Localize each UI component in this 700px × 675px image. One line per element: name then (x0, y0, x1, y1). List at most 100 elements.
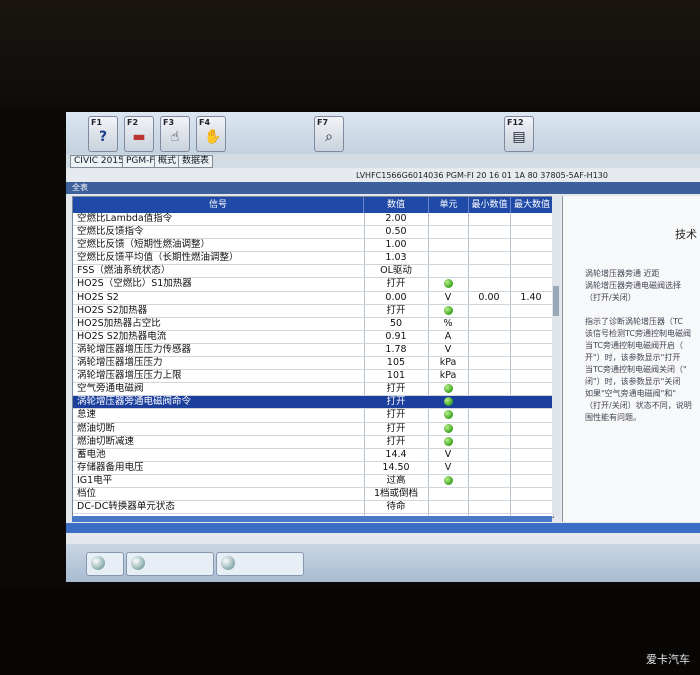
vertical-scrollbar[interactable] (552, 196, 560, 516)
status-indicator-icon (429, 278, 467, 290)
signal-value: 14.4 (385, 448, 407, 460)
watermark: 爱卡汽车 (646, 653, 690, 666)
signal-name: DC-DC转换器单元状态 (77, 501, 175, 513)
signal-name: 怠速 (77, 409, 97, 421)
table-row[interactable]: 燃油切断减速 打开 (73, 436, 553, 449)
green-dot-icon (443, 384, 453, 394)
signal-min (469, 265, 509, 277)
signal-value: 2.00 (385, 213, 407, 224)
f1-help-button[interactable]: F1 ? (88, 116, 118, 152)
table-row[interactable]: 存储器备用电压 14.50 V (73, 462, 553, 475)
table-row[interactable]: HO2S S2 0.00 V 0.00 1.40 (73, 292, 553, 305)
f7-search-button[interactable]: F7 ⌕ (314, 116, 344, 152)
signal-name: 燃油切断 (77, 422, 116, 434)
horizontal-scrollbar[interactable] (72, 516, 552, 522)
signal-min (469, 409, 509, 421)
signal-unit (429, 501, 467, 513)
table-row[interactable]: FSS（燃油系统状态） OL驱动 (73, 265, 553, 279)
f2-vehicle-button[interactable]: F2 ▬ (124, 116, 154, 152)
green-dot-icon (443, 436, 453, 446)
green-dot-icon (443, 305, 453, 315)
help-line: 涡轮增压器旁通 近距 (585, 269, 660, 278)
signal-value: 1.78 (385, 343, 407, 355)
signal-unit: V (444, 448, 452, 460)
signal-name: 存储器备用电压 (77, 461, 144, 473)
taskbar-app-2[interactable] (216, 552, 304, 576)
signal-max (511, 357, 551, 369)
signal-max (511, 462, 551, 474)
status-indicator-icon (429, 436, 467, 448)
help-line: 当TC旁通控制电磁阀关闭（" (585, 365, 687, 374)
signal-value: 0.00 (385, 291, 407, 303)
signal-min (469, 462, 509, 474)
data-list-table: 信号 数值 单元 最小数值 最大数值 空燃比Lambda值指令 2.00 空燃比反馈… (72, 196, 554, 518)
table-row[interactable]: 空燃比反馈（短期性燃油调整） 1.00 (73, 239, 553, 253)
table-row[interactable]: HO2S S2加热器电流 0.91 A (73, 331, 553, 344)
signal-max (511, 318, 551, 330)
signal-min (469, 370, 509, 382)
signal-min (469, 475, 509, 487)
table-row[interactable]: DC-DC转换器单元状态 待命 (73, 501, 553, 515)
table-row[interactable]: IG1电平 过高 (73, 475, 553, 488)
status-indicator-icon (429, 305, 467, 317)
table-row[interactable]: HO2S S2加热器 打开 (73, 305, 553, 318)
table-row[interactable]: HO2S加热器占空比 50% (73, 318, 553, 331)
help-line: 闭"）时，该参数显示"关闭 (585, 377, 681, 386)
signal-value: 过高 (386, 474, 406, 486)
start-button[interactable] (86, 552, 124, 576)
f4-tool-button[interactable]: F4 ✋ (196, 116, 226, 152)
header-max[interactable]: 最大数值 (511, 197, 553, 213)
signal-max (511, 475, 551, 487)
app-icon (221, 556, 235, 570)
signal-max (511, 226, 551, 238)
help-line: （打开/关闭）状态不同，说明 (585, 401, 692, 410)
start-icon (91, 556, 105, 570)
signal-name: 空燃比Lambda值指令 (77, 213, 173, 224)
status-indicator-icon (429, 396, 467, 408)
breadcrumb-datalist[interactable]: 数据表 (178, 155, 214, 168)
table-row[interactable]: 档位 1档或倒档 (73, 487, 553, 502)
table-row[interactable]: 空气旁通电磁阀 打开 (73, 383, 553, 397)
table-row[interactable]: 怠速 打开 (73, 409, 553, 423)
scroll-thumb[interactable] (553, 286, 559, 316)
table-row[interactable]: 涡轮增压器旁通电磁阀命令 打开 (73, 396, 553, 410)
signal-name: 档位 (77, 487, 97, 499)
signal-max (511, 383, 551, 395)
table-row[interactable]: HO2S（空燃比）S1加热器 打开 (73, 278, 553, 292)
f2-label: F2 (127, 118, 139, 127)
table-row[interactable]: 涡轮增压器增压压力 105 kPa (73, 357, 553, 371)
signal-name: HO2S S2加热器电流 (77, 330, 167, 342)
table-row[interactable]: 空燃比Lambda值指令 2.00 (73, 213, 553, 227)
table-row[interactable]: 燃油切断 打开 (73, 423, 553, 436)
signal-min (469, 449, 509, 461)
signal-min (469, 331, 509, 343)
table-row[interactable]: 空燃比反馈平均值（长期性燃油调整） 1.03 (73, 252, 553, 266)
table-body: 空燃比Lambda值指令 2.00 空燃比反馈指令 0.50 空燃比反馈（短期性燃油调整… (73, 213, 553, 515)
table-row[interactable]: 涡轮增压器增压压力上限 101 kPa (73, 370, 553, 384)
header-unit[interactable]: 单元 (429, 197, 469, 213)
signal-name: 涡轮增压器增压压力 (77, 357, 163, 369)
f12-print-button[interactable]: F12 ▤ (504, 116, 534, 152)
breadcrumb-overview[interactable]: 概式 (154, 155, 181, 168)
header-value[interactable]: 数值 (364, 197, 429, 213)
table-row[interactable]: 蓄电池 14.4 V (73, 449, 553, 462)
header-signal[interactable]: 信号 (73, 197, 364, 213)
signal-name: 蓄电池 (77, 448, 106, 460)
header-min[interactable]: 最小数值 (469, 197, 511, 213)
status-bar (66, 523, 700, 533)
table-row[interactable]: 空燃比反馈指令 0.50 (73, 226, 553, 240)
f3-select-button[interactable]: F3 ☝ (160, 116, 190, 152)
signal-unit (429, 265, 467, 277)
signal-max (511, 409, 551, 421)
signal-max (511, 370, 551, 382)
help-line: 开"）时，该参数显示"打开 (585, 353, 681, 362)
breadcrumb-model[interactable]: CIVIC 2015 (70, 155, 128, 168)
print-icon: ▤ (512, 129, 526, 145)
taskbar-app-1[interactable] (126, 552, 214, 576)
signal-min (469, 305, 509, 317)
signal-value: 1.00 (385, 239, 407, 251)
table-row[interactable]: 涡轮增压器增压压力传感器 1.78 V (73, 343, 553, 358)
signal-value: 50 (389, 317, 403, 329)
signal-unit: V (444, 291, 452, 303)
signal-name: 空燃比反馈（短期性燃油调整） (77, 239, 211, 251)
